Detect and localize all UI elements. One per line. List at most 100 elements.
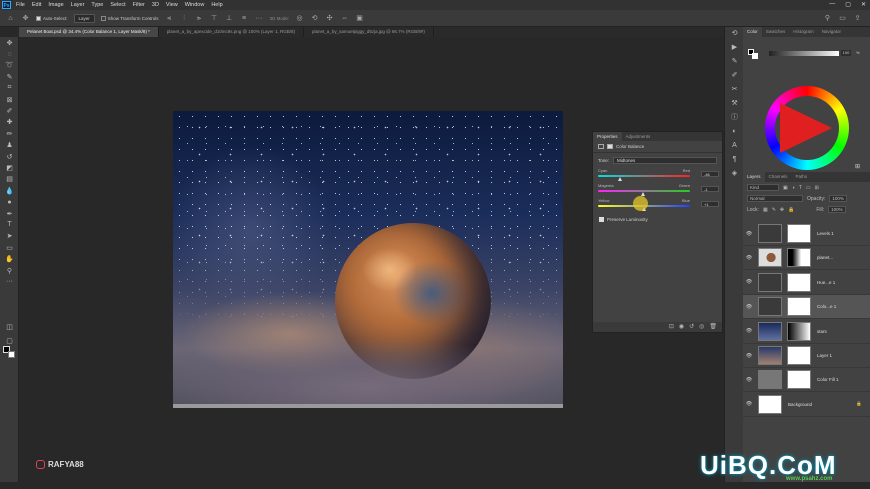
tab-histogram[interactable]: Histogram [789,27,818,37]
blur-tool-icon[interactable]: 💧 [0,185,19,196]
tab-layers[interactable]: Layers [743,172,765,182]
hand-tool-icon[interactable]: ✋ [0,253,19,264]
tab-paths[interactable]: Paths [792,172,812,182]
tab-color[interactable]: Color [743,27,762,37]
brightness-value[interactable]: 100 [841,50,851,56]
layer-name[interactable]: stars [817,329,827,334]
slider-value-input[interactable]: +1 [701,201,719,207]
slider-value-input[interactable]: -46 [701,171,719,177]
home-icon[interactable]: ⌂ [6,14,15,23]
pen-tool-icon[interactable]: ✒ [0,208,19,219]
background-color-swatch[interactable] [8,351,15,358]
menu-filter[interactable]: Filter [133,2,145,8]
layer-mask-thumbnail[interactable] [787,346,811,365]
layer-thumbnail[interactable] [758,321,782,341]
layer-name[interactable]: Background [788,402,812,407]
layer-row[interactable]: 👁 Background 🔒 [743,393,870,417]
move-tool-icon[interactable]: ✥ [21,14,30,23]
stamp-tool-icon[interactable]: ♟ [0,140,19,151]
crop-tool-icon[interactable]: ⌗ [0,83,19,94]
character-icon[interactable]: A [725,139,744,153]
tab-adjustments[interactable]: Adjustments [622,132,655,141]
slider-thumb[interactable] [617,177,622,181]
search-icon[interactable]: ⚲ [823,14,832,23]
more-tools-icon[interactable]: ··· [0,276,19,287]
layer-thumbnail[interactable] [758,224,782,243]
filter-adjust-icon[interactable]: ◑ [792,185,795,191]
preserve-luminosity-checkbox[interactable]: Preserve Luminosity [593,213,722,226]
screen-mode-icon[interactable]: ▢ [0,335,19,346]
minimize-icon[interactable]: — [829,1,835,8]
reset-icon[interactable]: ↺ [689,322,694,332]
tab-document-3[interactable]: planet_a_by_samuelpiggy_d5zja.jpg @ 66.7… [304,27,434,37]
3d-pan-icon[interactable]: ✣ [325,14,334,23]
layer-mask-thumbnail[interactable] [787,297,811,317]
3d-orbit-icon[interactable]: ◎ [295,14,304,23]
menu-layer[interactable]: Layer [71,2,85,8]
layer-row[interactable]: 👁 Color Fill 1 [743,368,870,393]
layer-row[interactable]: 👁 Layer 1 [743,344,870,368]
maximize-icon[interactable]: ▢ [845,1,851,8]
layer-thumbnail[interactable] [758,394,782,414]
opacity-input[interactable]: 100% [829,195,848,202]
eye-icon[interactable]: 👁 [743,401,755,407]
history-brush-tool-icon[interactable]: ↺ [0,151,19,162]
layer-row[interactable]: 👁 Hue...e 1 [743,271,870,295]
align-center-icon[interactable]: ⫶ [180,14,189,23]
lasso-tool-icon[interactable]: ➰ [0,60,19,71]
share-icon[interactable]: ⇪ [853,14,862,23]
layer-row[interactable]: 👁 stars [743,320,870,344]
layer-row[interactable]: 👁 Levels 1 [743,222,870,246]
menu-view[interactable]: View [166,2,178,8]
layer-name[interactable]: Levels 1 [817,231,834,236]
eye-icon[interactable]: 👁 [743,231,755,237]
menu-file[interactable]: File [16,2,25,8]
close-icon[interactable]: ✕ [861,1,866,8]
workspace-icon[interactable]: ▭ [838,14,847,23]
lock-pixels-icon[interactable]: ▦ [763,207,768,213]
filter-smart-icon[interactable]: ⊞ [815,185,819,191]
menu-select[interactable]: Select [110,2,125,8]
document-canvas[interactable] [173,111,563,408]
tab-document-2[interactable]: planet_a_by_apexcide_d10inc9s.png @ 100%… [159,27,305,37]
tab-channels[interactable]: Channels [765,172,792,182]
filter-type-icon[interactable]: T [799,185,802,191]
layer-name[interactable]: planet... [817,255,833,260]
layer-thumbnail[interactable] [758,272,782,292]
dodge-tool-icon[interactable]: ● [0,196,19,207]
shape-tool-icon[interactable]: ▭ [0,242,19,253]
distribute-icon[interactable]: ≡ [240,14,249,23]
color-balance-slider[interactable]: Yellow Blue +1 [598,198,719,213]
history-icon[interactable]: ⟲ [725,27,744,41]
trash-icon[interactable]: 🗑 [709,322,717,332]
tool-presets-icon[interactable]: ⚒ [725,97,744,111]
brush-settings-icon[interactable]: ✎ [725,55,744,69]
layer-mask-thumbnail[interactable] [787,224,811,243]
auto-select-dropdown[interactable]: Layer [73,13,95,23]
type-tool-icon[interactable]: T [0,219,19,230]
tab-properties[interactable]: Properties [593,132,622,141]
mask-icon[interactable] [607,144,613,149]
marquee-tool-icon[interactable]: ◌ [0,48,19,59]
brushes-icon[interactable]: ✐ [725,69,744,83]
tab-document-1[interactable]: Pelanet Boat.psd @ 34.4% (Color Balance … [19,27,159,37]
quick-mask-icon[interactable]: ◫ [0,321,19,332]
eye-icon[interactable]: 👁 [743,353,755,359]
3d-roll-icon[interactable]: ⟲ [310,14,319,23]
layer-thumbnail[interactable] [758,248,782,268]
filter-shape-icon[interactable]: ▭ [806,185,811,191]
color-panel-menu-icon[interactable]: ⊞ [855,163,860,170]
eye-icon[interactable]: 👁 [743,304,755,310]
tone-dropdown[interactable]: Midtones [613,157,717,164]
paragraph-icon[interactable]: ¶ [725,153,744,167]
lock-all-icon[interactable]: 🔒 [788,207,794,213]
gradient-tool-icon[interactable]: ▤ [0,174,19,185]
more-options-icon[interactable]: ··· [255,14,264,23]
adjustments-icon[interactable]: ◐ [725,125,744,139]
zoom-tool-icon[interactable]: ⚲ [0,265,19,276]
3d-scale-icon[interactable]: ▣ [355,14,364,23]
menu-3d[interactable]: 3D [152,2,159,8]
align-middle-icon[interactable]: ⊥ [225,14,234,23]
layer-name[interactable]: Colo...e 1 [817,304,836,309]
show-transform-checkbox[interactable]: Show Transform Controls [100,15,159,21]
